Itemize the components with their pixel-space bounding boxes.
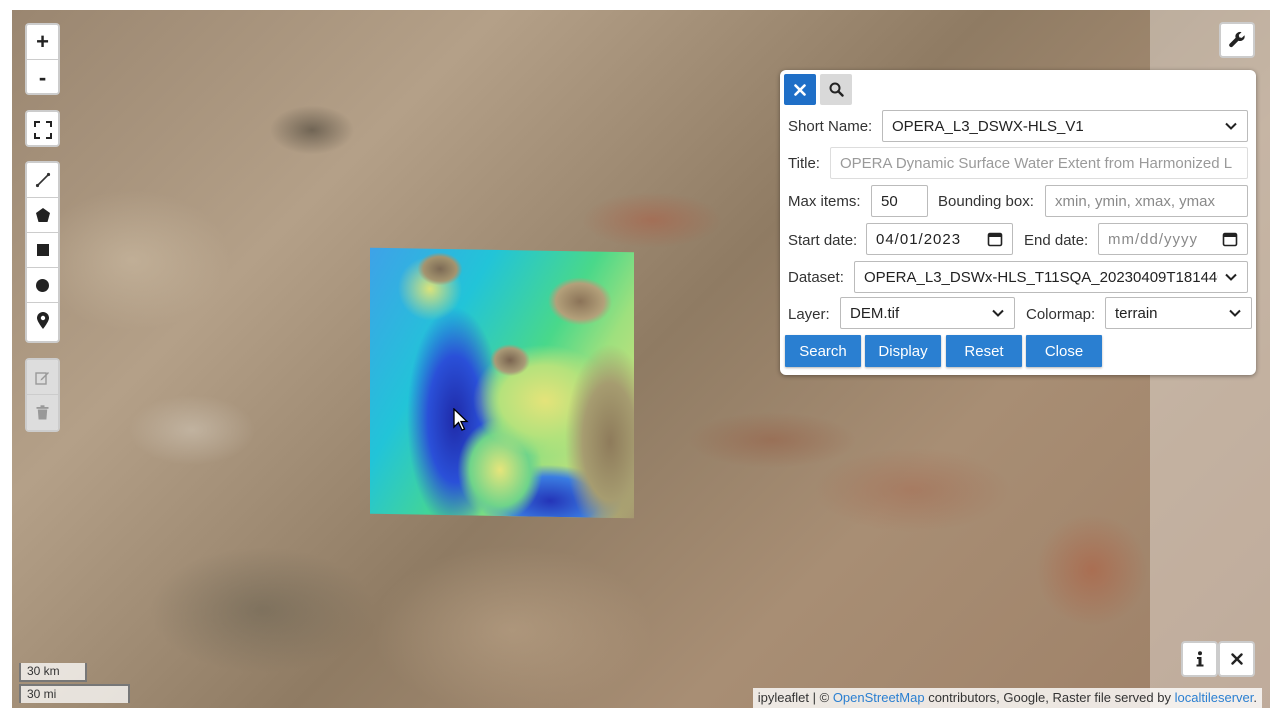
colormap-label: Colormap: (1026, 306, 1096, 323)
bounding-box-input[interactable]: xmin, ymin, xmax, ymax (1045, 185, 1248, 217)
toolbar-toggle-button[interactable] (1219, 22, 1255, 58)
layer-value: DEM.tif (850, 304, 900, 322)
dataset-value: OPERA_L3_DSWx-HLS_T11SQA_20230409T181440 (864, 268, 1218, 286)
end-date-placeholder: mm/dd/yyyy (1108, 230, 1199, 248)
polygon-icon (35, 208, 50, 222)
dataset-label: Dataset: (788, 269, 844, 286)
chevron-down-icon (1229, 309, 1241, 317)
map-close-button[interactable] (1218, 641, 1255, 677)
close-icon (794, 83, 806, 96)
max-items-value: 50 (881, 192, 898, 210)
openstreetmap-link[interactable]: OpenStreetMap (833, 690, 925, 705)
attribution-suffix: . (1253, 690, 1257, 705)
colormap-value: terrain (1115, 304, 1158, 322)
end-date-input[interactable]: mm/dd/yyyy (1098, 223, 1248, 255)
info-icon (1196, 651, 1203, 667)
fullscreen-icon (33, 120, 52, 139)
reset-button[interactable]: Reset (946, 335, 1022, 367)
earthdata-search-panel: Short Name: OPERA_L3_DSWX-HLS_V1 Title: … (780, 70, 1256, 375)
mouse-cursor-icon (453, 408, 469, 431)
calendar-icon (1222, 232, 1238, 247)
search-icon (829, 82, 844, 97)
attribution-middle: contributors, Google, Raster file served… (924, 690, 1175, 705)
close-icon (1230, 653, 1243, 665)
short-name-value: OPERA_L3_DSWX-HLS_V1 (892, 117, 1084, 135)
polyline-icon (35, 172, 50, 188)
edit-icon (35, 371, 49, 385)
bounding-box-placeholder: xmin, ymin, xmax, ymax (1055, 192, 1216, 210)
close-button[interactable]: Close (1026, 335, 1102, 367)
bounding-box-label: Bounding box: (938, 193, 1034, 210)
calendar-icon (987, 232, 1003, 247)
attribution-prefix: ipyleaflet | © (757, 690, 833, 705)
title-placeholder: OPERA Dynamic Surface Water Extent from … (840, 154, 1233, 172)
panel-search-toggle-button[interactable] (820, 74, 852, 105)
layer-select[interactable]: DEM.tif (840, 297, 1015, 329)
start-date-label: Start date: (788, 232, 858, 249)
search-button[interactable]: Search (785, 335, 861, 367)
scale-bar-metric: 30 km (19, 663, 87, 682)
edit-toolbar (25, 358, 60, 432)
draw-rectangle-button[interactable] (27, 233, 58, 268)
info-button[interactable] (1181, 641, 1218, 677)
short-name-label: Short Name: (788, 118, 873, 135)
wrench-icon (1229, 31, 1245, 48)
edit-layers-button[interactable] (27, 360, 58, 395)
fullscreen-button[interactable] (27, 112, 58, 145)
zoom-out-button[interactable]: - (27, 60, 58, 93)
fullscreen-control (25, 110, 60, 147)
layer-label: Layer: (788, 306, 830, 323)
localtileserver-link[interactable]: localtileserver (1175, 690, 1254, 705)
draw-polygon-button[interactable] (27, 198, 58, 233)
start-date-input[interactable]: 04/01/2023 (866, 223, 1013, 255)
title-label: Title: (788, 155, 820, 172)
draw-circle-button[interactable] (27, 268, 58, 303)
end-date-label: End date: (1024, 232, 1089, 249)
chevron-down-icon (992, 309, 1004, 317)
marker-icon (36, 311, 49, 329)
draw-polyline-button[interactable] (27, 163, 58, 198)
trash-icon (36, 405, 49, 420)
draw-marker-button[interactable] (27, 303, 58, 338)
max-items-label: Max items: (788, 193, 861, 210)
circle-icon (36, 278, 49, 292)
dem-raster-overlay (370, 247, 634, 519)
start-date-value: 04/01/2023 (876, 230, 962, 248)
zoom-control: + - (25, 23, 60, 95)
scale-bar-imperial: 30 mi (19, 684, 130, 703)
title-input[interactable]: OPERA Dynamic Surface Water Extent from … (830, 147, 1248, 179)
short-name-select[interactable]: OPERA_L3_DSWX-HLS_V1 (882, 110, 1248, 142)
draw-toolbar (25, 161, 60, 343)
max-items-input[interactable]: 50 (871, 185, 928, 217)
colormap-select[interactable]: terrain (1105, 297, 1252, 329)
panel-close-toggle-button[interactable] (784, 74, 816, 105)
dataset-select[interactable]: OPERA_L3_DSWx-HLS_T11SQA_20230409T181440 (854, 261, 1248, 293)
chevron-down-icon (1225, 273, 1237, 281)
delete-layers-button[interactable] (27, 395, 58, 430)
map-attribution: ipyleaflet | © OpenStreetMap contributor… (752, 688, 1262, 708)
display-button[interactable]: Display (865, 335, 941, 367)
rectangle-icon (36, 244, 49, 256)
chevron-down-icon (1225, 122, 1237, 130)
zoom-in-button[interactable]: + (27, 25, 58, 60)
